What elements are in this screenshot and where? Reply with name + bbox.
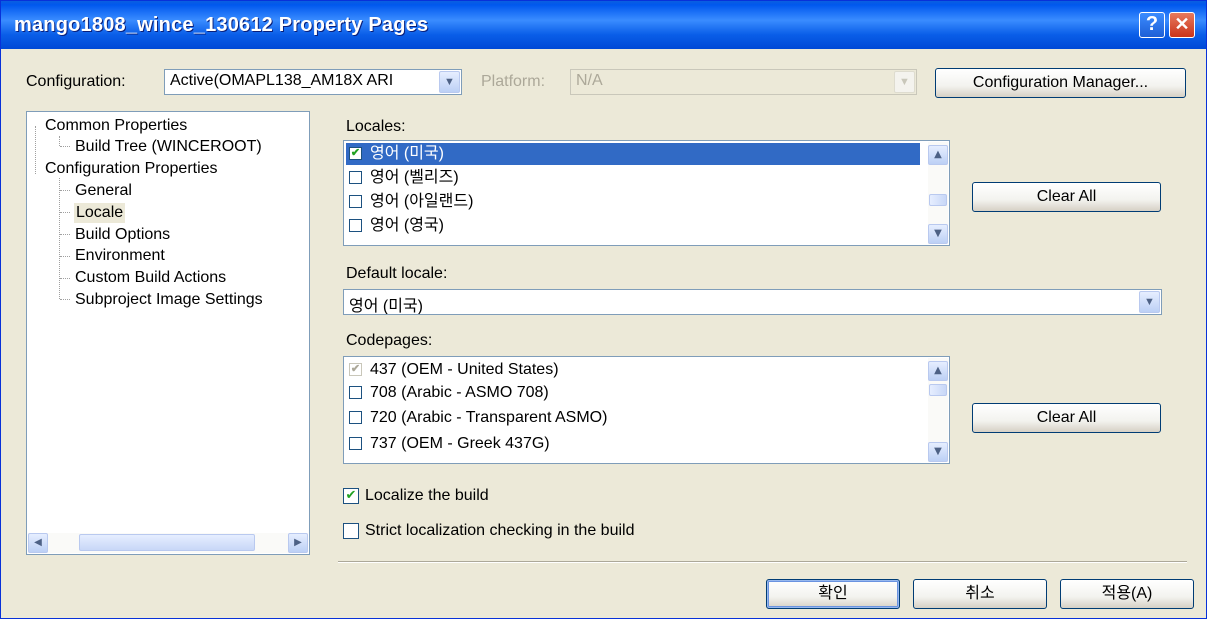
- locales-label: Locales:: [346, 118, 406, 135]
- checkbox[interactable]: [349, 219, 362, 232]
- window-title: mango1808_wince_130612 Property Pages: [14, 14, 429, 36]
- apply-button[interactable]: 적용(A): [1060, 579, 1194, 609]
- checkbox[interactable]: [349, 195, 362, 208]
- tree-item-common-properties[interactable]: Common Properties: [45, 116, 187, 136]
- tree-item-custom-build-actions[interactable]: Custom Build Actions: [75, 268, 226, 288]
- scroll-up-button[interactable]: ▲: [928, 145, 948, 165]
- tree-item-configuration-properties[interactable]: Configuration Properties: [45, 159, 218, 179]
- configuration-value: Active(OMAPL138_AM18X ARI: [170, 72, 394, 89]
- platform-value: N/A: [576, 72, 603, 89]
- scroll-up-button[interactable]: ▲: [928, 361, 948, 381]
- list-item[interactable]: 720 (Arabic - Transparent ASMO): [346, 407, 920, 429]
- list-item[interactable]: 708 (Arabic - ASMO 708): [346, 382, 920, 404]
- checkbox[interactable]: [349, 171, 362, 184]
- checkbox: ✔: [349, 363, 362, 376]
- tree-item-environment[interactable]: Environment: [75, 246, 165, 266]
- tree-item-subproject-image-settings[interactable]: Subproject Image Settings: [75, 290, 263, 310]
- default-locale-dropdown[interactable]: 영어 (미국) ▼: [343, 289, 1162, 315]
- list-item[interactable]: 영어 (영국): [346, 215, 920, 237]
- checkbox[interactable]: [349, 386, 362, 399]
- help-icon: ?: [1145, 13, 1159, 35]
- cancel-button[interactable]: 취소: [913, 579, 1047, 609]
- configuration-label: Configuration:: [26, 73, 126, 90]
- property-tree[interactable]: Common Properties Build Tree (WINCEROOT)…: [26, 111, 310, 555]
- tree-item-build-tree[interactable]: Build Tree (WINCEROOT): [75, 137, 262, 157]
- locales-list[interactable]: ✔ 영어 (미국) 영어 (벨리즈) 영어 (아일랜드) 영어 (영국) ▲ ▼: [343, 140, 950, 246]
- list-item[interactable]: 737 (OEM - Greek 437G): [346, 433, 920, 455]
- close-button[interactable]: ✕: [1169, 12, 1195, 38]
- close-icon: ✕: [1174, 14, 1190, 34]
- chevron-down-icon: ▼: [894, 71, 915, 93]
- tree-horizontal-scrollbar[interactable]: ◀ ▶: [28, 533, 308, 553]
- codepages-vertical-scrollbar[interactable]: ▲ ▼: [928, 358, 948, 462]
- property-pages-dialog: mango1808_wince_130612 Property Pages ? …: [0, 0, 1207, 619]
- ok-button[interactable]: 확인: [766, 579, 900, 609]
- default-locale-value: 영어 (미국): [349, 298, 423, 315]
- codepages-label: Codepages:: [346, 332, 433, 349]
- list-item[interactable]: ✔ 영어 (미국): [346, 143, 920, 165]
- locales-vertical-scrollbar[interactable]: ▲ ▼: [928, 142, 948, 244]
- localize-build-label[interactable]: Localize the build: [365, 487, 489, 505]
- checkbox[interactable]: [349, 437, 362, 450]
- scroll-left-button[interactable]: ◀: [28, 533, 48, 553]
- scroll-down-button[interactable]: ▼: [928, 442, 948, 462]
- configuration-manager-button[interactable]: Configuration Manager...: [935, 68, 1186, 98]
- tree-item-locale[interactable]: Locale: [74, 203, 126, 223]
- help-button[interactable]: ?: [1139, 12, 1165, 38]
- platform-label: Platform:: [481, 73, 546, 90]
- separator: [338, 561, 1187, 563]
- list-item[interactable]: 영어 (아일랜드): [346, 191, 920, 213]
- tree-item-general[interactable]: General: [75, 181, 132, 201]
- checkbox[interactable]: ✔: [349, 147, 362, 160]
- chevron-down-icon: ▼: [1139, 291, 1160, 313]
- strict-localization-checkbox[interactable]: [343, 523, 359, 539]
- tree-item-build-options[interactable]: Build Options: [75, 225, 170, 245]
- codepages-list[interactable]: ✔ 437 (OEM - United States) 708 (Arabic …: [343, 356, 950, 464]
- default-locale-label: Default locale:: [346, 265, 448, 282]
- chevron-down-icon: ▼: [439, 71, 460, 93]
- list-item[interactable]: ✔ 437 (OEM - United States): [346, 359, 920, 381]
- locales-clear-all-button[interactable]: Clear All: [972, 182, 1161, 212]
- strict-localization-label[interactable]: Strict localization checking in the buil…: [365, 522, 634, 540]
- list-item[interactable]: 영어 (벨리즈): [346, 167, 920, 189]
- platform-dropdown: N/A ▼: [570, 69, 917, 95]
- checkbox[interactable]: [349, 411, 362, 424]
- scroll-thumb[interactable]: [79, 534, 255, 551]
- scroll-right-button[interactable]: ▶: [288, 533, 308, 553]
- title-bar[interactable]: mango1808_wince_130612 Property Pages ? …: [1, 1, 1206, 49]
- codepages-clear-all-button[interactable]: Clear All: [972, 403, 1161, 433]
- scroll-thumb[interactable]: [929, 194, 947, 206]
- scroll-thumb[interactable]: [929, 384, 947, 396]
- scroll-down-button[interactable]: ▼: [928, 224, 948, 244]
- localize-build-checkbox[interactable]: ✔: [343, 488, 359, 504]
- configuration-dropdown[interactable]: Active(OMAPL138_AM18X ARI ▼: [164, 69, 462, 95]
